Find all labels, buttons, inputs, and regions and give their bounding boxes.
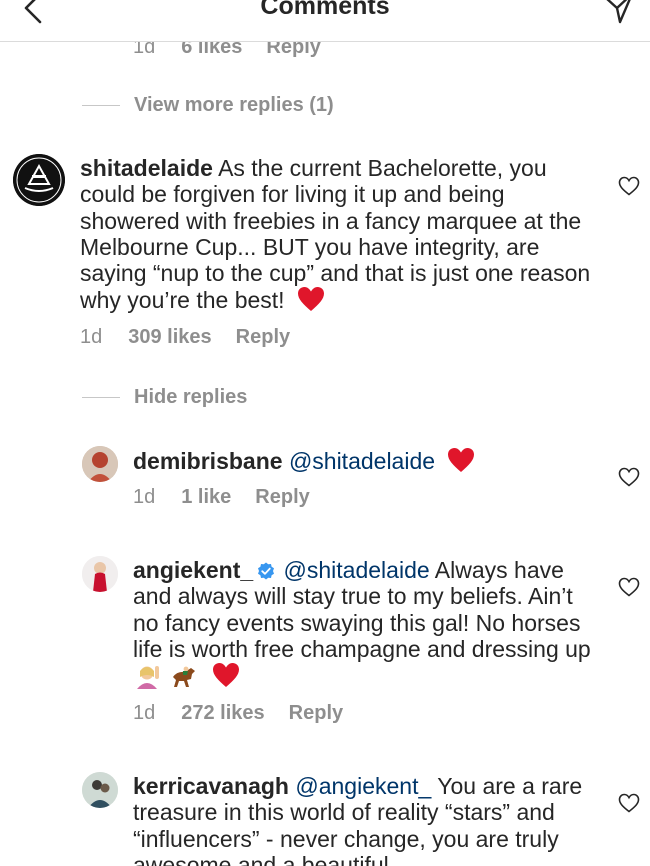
like-heart-icon[interactable] xyxy=(618,793,640,813)
woman-raising-hand-emoji xyxy=(137,666,159,690)
reply-time: 1d xyxy=(133,702,156,724)
reply-likes[interactable]: 1 like xyxy=(181,486,231,509)
horse-racing-emoji xyxy=(173,666,196,688)
hide-replies-label: Hide replies xyxy=(134,386,248,408)
reply-button[interactable]: Reply xyxy=(236,326,290,349)
like-heart-icon[interactable] xyxy=(618,577,640,597)
view-more-replies-button[interactable]: View more replies (1) xyxy=(82,94,334,117)
view-more-replies-label: View more replies (1) xyxy=(134,94,334,116)
comment-time: 1d xyxy=(80,326,103,348)
mention-link[interactable]: @shitadelaide xyxy=(284,557,430,583)
comment-likes[interactable]: 309 likes xyxy=(128,326,211,349)
reply-meta: 1d 1 like Reply xyxy=(133,486,310,509)
reply-body: angiekent_ @shitadelaide Always have and… xyxy=(133,557,598,690)
hide-replies-button[interactable]: Hide replies xyxy=(82,386,247,409)
verified-badge-icon xyxy=(258,562,275,580)
reply-likes[interactable]: 272 likes xyxy=(181,702,264,725)
logo-avatar-image xyxy=(13,154,65,206)
avatar[interactable] xyxy=(82,772,118,808)
profile-photo xyxy=(82,446,118,482)
comment-username[interactable]: shitadelaide xyxy=(80,155,213,181)
reply-username[interactable]: kerricavanagh xyxy=(133,773,289,799)
like-heart-icon[interactable] xyxy=(618,176,640,196)
reply-button[interactable]: Reply xyxy=(289,702,343,725)
mention-link[interactable]: @shitadelaide xyxy=(289,448,435,474)
reply-username[interactable]: demibrisbane xyxy=(133,448,283,474)
reply-button[interactable]: Reply xyxy=(255,486,309,509)
profile-photo xyxy=(82,556,118,592)
profile-photo xyxy=(82,772,118,808)
avatar[interactable] xyxy=(13,154,65,206)
red-heart-emoji xyxy=(448,448,475,472)
divider-line xyxy=(82,105,120,106)
avatar[interactable] xyxy=(82,446,118,482)
reply-time: 1d xyxy=(133,486,156,508)
reply-body: kerricavanagh @angiekent_ You are a rare… xyxy=(133,773,603,866)
header-bar: Comments xyxy=(0,0,650,42)
page-title: Comments xyxy=(260,0,390,20)
comment-body: shitadelaide As the current Bachelorette… xyxy=(80,155,600,314)
reply-username[interactable]: angiekent_ xyxy=(133,557,253,583)
reply-body: demibrisbane @shitadelaide xyxy=(133,447,603,474)
red-heart-emoji xyxy=(297,287,324,312)
mention-link[interactable]: @angiekent_ xyxy=(295,773,431,799)
divider-line xyxy=(82,397,120,398)
avatar[interactable] xyxy=(82,556,118,592)
comment-meta: 1d 309 likes Reply xyxy=(80,326,290,349)
send-icon[interactable] xyxy=(602,0,636,24)
reply-meta: 1d 272 likes Reply xyxy=(133,702,343,725)
red-heart-emoji xyxy=(212,663,239,688)
like-heart-icon[interactable] xyxy=(618,467,640,487)
